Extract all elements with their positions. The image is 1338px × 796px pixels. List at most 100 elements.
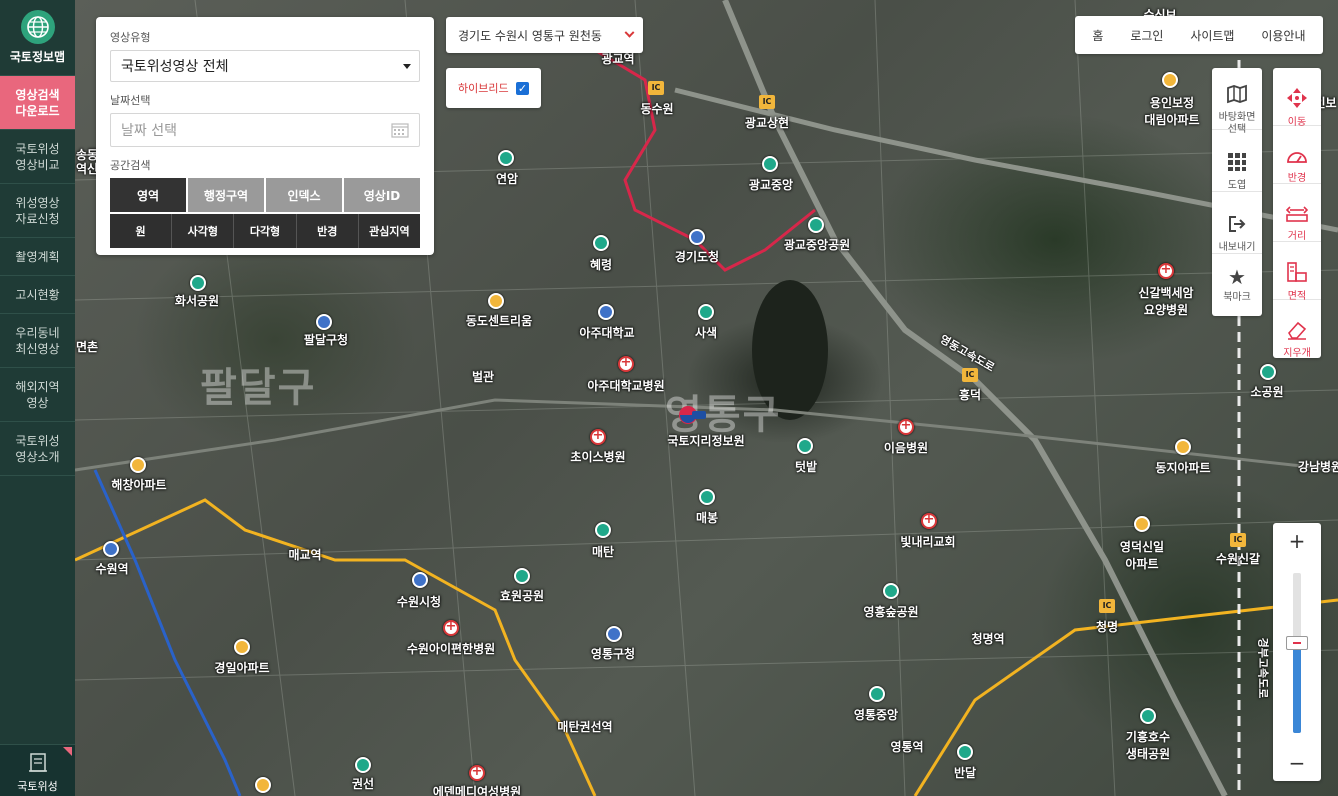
zoom-slider-handle[interactable] (1286, 636, 1308, 651)
date-input[interactable]: 날짜 선택 (110, 113, 420, 147)
globe-logo-icon (20, 10, 55, 44)
move-tool-button[interactable]: 이동 (1273, 68, 1321, 128)
nav-home-link[interactable]: 홈 (1092, 27, 1103, 44)
location-dropdown[interactable]: 경기도 수원시 영통구 원천동 (446, 17, 643, 53)
calendar-icon[interactable] (391, 122, 409, 138)
hospital-pin-icon[interactable] (443, 619, 459, 636)
distance-tool-button[interactable]: 거리 (1273, 184, 1321, 242)
nav-guide-link[interactable]: 이용안내 (1261, 27, 1305, 44)
hospital-pin-icon[interactable] (469, 764, 485, 781)
shape-polygon-button[interactable]: 다각형 (234, 214, 296, 248)
apartment-pin-icon[interactable] (234, 639, 250, 655)
hospital-pin-icon[interactable] (898, 418, 914, 435)
image-type-select[interactable]: 국토위성영상 전체 (110, 50, 420, 82)
shape-rectangle-button[interactable]: 사각형 (172, 214, 234, 248)
poi-label: 기흥호수 생태공원 (1125, 730, 1171, 761)
export-button[interactable]: 내보내기 (1212, 192, 1262, 254)
nav-item-intro[interactable]: 국토위성 영상소개 (0, 422, 75, 476)
park-pin-icon[interactable] (593, 235, 609, 251)
park-pin-icon[interactable] (514, 568, 530, 584)
sheet-index-button[interactable]: 도엽 (1212, 130, 1262, 192)
sidebar-bottom-link[interactable]: 국토위성 (0, 744, 75, 796)
poi-label: 광교중앙공원 (783, 238, 851, 252)
government-pin-icon[interactable] (689, 229, 705, 245)
government-pin-icon[interactable] (316, 314, 332, 330)
ngii-logo-icon (679, 406, 706, 424)
nav-sitemap-link[interactable]: 사이트맵 (1190, 27, 1234, 44)
poi-label: 동도센트리움 (465, 314, 533, 328)
poi-label: 아주대학교병원 (587, 379, 665, 393)
nav-item-capture-plan[interactable]: 촬영계획 (0, 238, 75, 276)
sidebar: 국토정보맵 영상검색 다운로드 국토위성 영상비교 위성영상 자료신청 촬영계획… (0, 0, 75, 796)
apartment-pin-icon[interactable] (1175, 439, 1191, 455)
poi-label: 빛내리교회 (900, 535, 956, 549)
nav-login-link[interactable]: 로그인 (1130, 27, 1163, 44)
poi-label: 수원아이편한병원 (406, 642, 496, 656)
distance-icon (1285, 183, 1309, 227)
corner-flag-icon (63, 747, 72, 756)
park-pin-icon[interactable] (957, 744, 973, 760)
shape-interest-area-button[interactable]: 관심지역 (358, 214, 421, 248)
nav-item-image-search[interactable]: 영상검색 다운로드 (0, 76, 75, 130)
checkbox-checked-icon[interactable]: ✓ (516, 81, 529, 95)
hospital-pin-icon[interactable] (1158, 262, 1174, 279)
park-pin-icon[interactable] (190, 275, 206, 291)
top-nav: 홈 로그인 사이트맵 이용안내 (1075, 16, 1323, 54)
apartment-pin-icon[interactable] (1134, 516, 1150, 532)
park-pin-icon[interactable] (883, 583, 899, 599)
park-pin-icon[interactable] (498, 150, 514, 166)
ic-badge: IC (1099, 599, 1115, 613)
zoom-slider-fill (1293, 643, 1301, 733)
shape-circle-button[interactable]: 원 (110, 214, 172, 248)
tab-area[interactable]: 영역 (110, 178, 186, 212)
park-pin-icon[interactable] (698, 304, 714, 320)
station-pin-icon[interactable] (103, 541, 119, 557)
brand[interactable]: 국토정보맵 (0, 0, 75, 76)
zoom-out-button[interactable]: − (1273, 745, 1321, 781)
hospital-pin-icon[interactable] (921, 512, 937, 529)
hybrid-label: 하이브리드 (458, 82, 509, 95)
apartment-pin-icon[interactable] (1162, 72, 1178, 88)
government-pin-icon[interactable] (412, 572, 428, 588)
park-pin-icon[interactable] (797, 438, 813, 454)
nav-item-data-request[interactable]: 위성영상 자료신청 (0, 184, 75, 238)
park-pin-icon[interactable] (1260, 364, 1276, 380)
eraser-tool-button[interactable]: 지우개 (1273, 300, 1321, 359)
tab-index[interactable]: 인덱스 (266, 178, 342, 212)
apartment-pin-icon[interactable] (255, 777, 271, 793)
radius-tool-button[interactable]: 반경 (1273, 126, 1321, 184)
tool-label: 북마크 (1223, 292, 1251, 303)
tab-admin-district[interactable]: 행정구역 (188, 178, 264, 212)
area-tool-button[interactable]: 면적 (1273, 242, 1321, 302)
bookmark-button[interactable]: ★ 북마크 (1212, 254, 1262, 316)
tab-image-id[interactable]: 영상ID (344, 178, 420, 212)
poi-label: 흥덕 (958, 388, 982, 402)
hybrid-toggle[interactable]: 하이브리드 ✓ (446, 68, 541, 108)
park-pin-icon[interactable] (595, 522, 611, 538)
poi-label: 영통역 (890, 740, 924, 754)
nav-item-local-latest[interactable]: 우리동네 최신영상 (0, 314, 75, 368)
government-pin-icon[interactable] (606, 626, 622, 642)
shape-radius-button[interactable]: 반경 (296, 214, 358, 248)
school-pin-icon[interactable] (598, 304, 614, 320)
park-pin-icon[interactable] (1140, 708, 1156, 724)
park-pin-icon[interactable] (355, 757, 371, 773)
poi-label: 용인보정 대림아파트 (1144, 96, 1200, 127)
park-pin-icon[interactable] (699, 489, 715, 505)
poi-label: 효원공원 (499, 589, 545, 603)
hospital-pin-icon[interactable] (618, 355, 634, 372)
zoom-in-button[interactable]: + (1273, 523, 1321, 559)
tool-label: 내보내기 (1218, 241, 1256, 253)
apartment-pin-icon[interactable] (130, 457, 146, 473)
poi-label: 경일아파트 (214, 661, 270, 675)
nav-item-overseas[interactable]: 해외지역 영상 (0, 368, 75, 422)
park-pin-icon[interactable] (762, 156, 778, 172)
park-pin-icon[interactable] (808, 217, 824, 233)
park-pin-icon[interactable] (869, 686, 885, 702)
apartment-pin-icon[interactable] (488, 293, 504, 309)
basemap-select-button[interactable]: 바탕화면 선택 (1212, 68, 1262, 135)
poi-label: 강남병원 (1297, 460, 1338, 474)
nav-item-notice-status[interactable]: 고시현황 (0, 276, 75, 314)
nav-item-satellite-compare[interactable]: 국토위성 영상비교 (0, 130, 75, 184)
hospital-pin-icon[interactable] (590, 428, 606, 445)
